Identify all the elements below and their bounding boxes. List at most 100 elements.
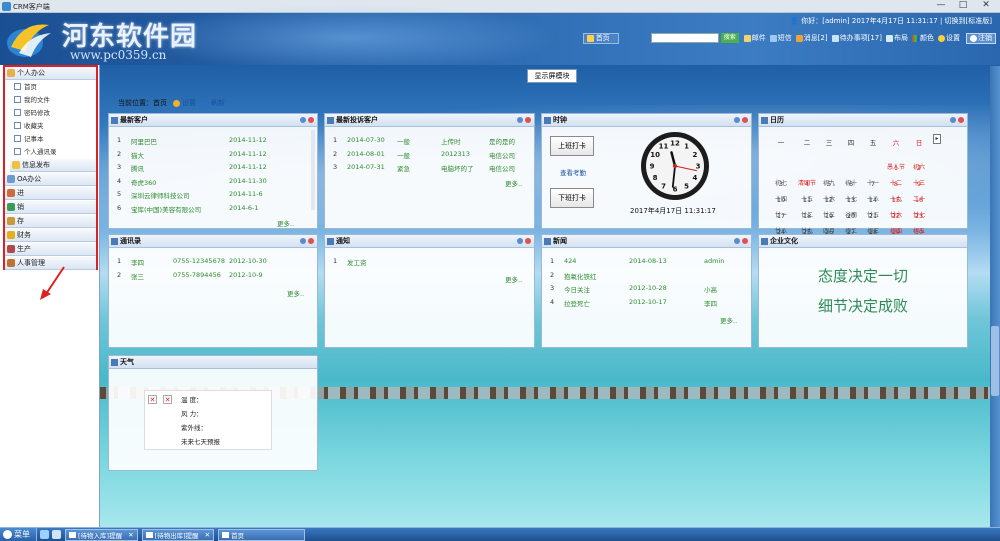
sidebar-group-oa[interactable]: OA办公	[5, 173, 96, 186]
task-stock-out-reminder[interactable]: [待物出库]提醒 ✕	[141, 528, 215, 541]
minimize-button[interactable]: —	[930, 0, 952, 12]
table-row[interactable]: 3 今日关注 2012-10-28 小高	[542, 282, 751, 294]
taskbar: 菜单 [待物入库]提醒 ✕ [待物出库]提醒 ✕ 首页	[0, 527, 1000, 541]
maximize-button[interactable]: □	[952, 0, 974, 12]
settings-link[interactable]: 设置	[937, 33, 961, 43]
close-icon[interactable]	[525, 117, 531, 123]
desktop-icon[interactable]	[52, 530, 61, 539]
task-stock-in-reminder[interactable]: [待物入库]提醒 ✕	[65, 528, 138, 541]
refresh-link[interactable]: 刷新	[202, 98, 225, 108]
main-scrollbar[interactable]	[990, 66, 1000, 527]
sales-icon	[7, 203, 15, 211]
sidebar-item-contacts[interactable]: 个人通讯录	[8, 145, 94, 157]
panel-new-customers: 最新客户 1 阿里巴巴 2014-11-12 2 猫大 2014-11-12 3 腾讯 2014…	[108, 113, 318, 229]
panel-scrollbar[interactable]	[311, 130, 315, 210]
sidebar-group-production[interactable]: 生产	[5, 243, 96, 256]
clock-in-button[interactable]: 上班打卡	[550, 136, 594, 156]
show-module-button[interactable]: 显示屏模块	[527, 69, 577, 83]
close-icon[interactable]	[742, 238, 748, 244]
window-title: CRM客户端	[13, 3, 50, 11]
color-link[interactable]: 颜色	[911, 33, 935, 43]
clock-numeral: 8	[653, 174, 658, 182]
sidebar-group-finance[interactable]: 财务	[5, 229, 96, 242]
table-row[interactable]: 1 李四 0755-12345678 2012-10-30	[109, 255, 317, 267]
row-number: 4	[550, 297, 555, 306]
quick-launch-icon[interactable]	[40, 530, 49, 539]
search-button[interactable]: 搜索	[720, 33, 739, 43]
view-attendance-link[interactable]: 查看考勤	[560, 167, 586, 177]
sidebar-group-stock[interactable]: 存	[5, 215, 96, 228]
close-icon[interactable]	[958, 117, 964, 123]
refresh-icon[interactable]	[517, 117, 523, 123]
weather-wind: 风 力：	[181, 410, 203, 418]
sidebar-group-sales[interactable]: 销	[5, 201, 96, 214]
refresh-icon[interactable]	[734, 117, 740, 123]
scrollbar-thumb[interactable]	[991, 326, 999, 396]
more-link[interactable]: 更多..	[287, 288, 304, 298]
task-home[interactable]: 首页	[218, 528, 306, 541]
more-link[interactable]: 更多..	[277, 218, 294, 228]
todo-link[interactable]: 待办事项[17]	[831, 33, 883, 43]
search-input[interactable]	[650, 33, 719, 43]
refresh-icon[interactable]	[300, 238, 306, 244]
refresh-icon[interactable]	[950, 117, 956, 123]
sidebar-item-my-files[interactable]: 我的文件	[8, 93, 94, 105]
table-row[interactable]: 4 奇虎360 2014-11-30	[109, 175, 317, 187]
more-link[interactable]: 更多..	[720, 315, 737, 325]
broken-image-icon: ✕	[148, 395, 157, 404]
table-row[interactable]: 1 2014-07-30 一般 上传时 是的是的	[325, 134, 534, 146]
sms-link[interactable]: 短信	[769, 33, 793, 43]
calendar-lunar-date: 二十	[912, 196, 925, 203]
calendar-lunar-date: 十九	[889, 196, 902, 203]
table-row[interactable]: 1 发工资	[325, 255, 534, 267]
table-row[interactable]: 3 2014-07-31 紧急 电脑坏的了 电信公司	[325, 161, 534, 173]
table-row[interactable]: 2 猫大 2014-11-12	[109, 148, 317, 160]
calendar-next-button[interactable]: ▸	[933, 134, 941, 144]
close-icon[interactable]: ✕	[128, 531, 133, 539]
table-row[interactable]: 2 张三 0755-7894456 2012-10-9	[109, 269, 317, 281]
refresh-icon[interactable]	[300, 117, 306, 123]
more-link[interactable]: 更多..	[505, 274, 522, 284]
breadcrumb: 当前位置：首页 设置 刷新	[118, 98, 225, 108]
mail-icon	[743, 34, 751, 42]
close-icon[interactable]: ✕	[205, 531, 210, 539]
more-link[interactable]: 更多..	[505, 178, 522, 188]
sidebar-item-favorites[interactable]: 收藏夹	[8, 119, 94, 131]
table-row[interactable]: 2 2014-08-01 一般 2012313 电信公司	[325, 148, 534, 160]
close-icon[interactable]	[308, 117, 314, 123]
layout-settings-link[interactable]: 设置	[173, 98, 196, 108]
calendar-lunar-date: 十三	[912, 180, 925, 187]
sidebar-item-home[interactable]: 首页	[8, 80, 94, 92]
refresh-icon[interactable]	[734, 238, 740, 244]
table-row[interactable]: 3 腾讯 2014-11-12	[109, 161, 317, 173]
row-number: 4	[117, 176, 122, 185]
table-row[interactable]: 1 阿里巴巴 2014-11-12	[109, 134, 317, 146]
table-row[interactable]: 5 深圳云律师科技公司 2014-11-6	[109, 188, 317, 200]
table-row[interactable]: 6 宝库(中国)美容有限公司 2014-6-1	[109, 202, 317, 214]
home-button[interactable]: 首页	[582, 32, 619, 44]
refresh-icon[interactable]	[517, 238, 523, 244]
panel-contacts: 通讯录 1 李四 0755-12345678 2012-10-30 2 张三 0755-78…	[108, 234, 318, 348]
close-icon[interactable]	[742, 117, 748, 123]
clock-out-button[interactable]: 下班打卡	[550, 188, 594, 208]
start-menu-button[interactable]: 菜单	[0, 528, 37, 541]
table-row[interactable]: 1 424 2014-08-13 admin	[542, 255, 751, 267]
sidebar-group-purchase[interactable]: 进	[5, 187, 96, 200]
weather-forecast-link[interactable]: 未来七天预报	[181, 436, 220, 446]
logout-button[interactable]: 注销	[966, 32, 996, 44]
layout-link[interactable]: 布局	[885, 33, 909, 43]
table-row[interactable]: 2 抱氧化铁红	[542, 269, 751, 281]
close-icon[interactable]	[525, 238, 531, 244]
sidebar-item-password[interactable]: 密码修改	[8, 106, 94, 118]
mail-link[interactable]: 邮件	[743, 33, 767, 43]
coins-icon	[7, 231, 15, 239]
close-icon[interactable]	[308, 238, 314, 244]
weather-widget: ✕ ✕ 温 度： 风 力： 紫外线： 未来七天预报	[144, 390, 272, 450]
calendar-lunar-date: 初六	[912, 164, 925, 171]
table-row[interactable]: 4 拉登死亡 2012-10-17 李四	[542, 296, 751, 308]
sidebar-group-personal-office[interactable]: 个人办公	[5, 67, 96, 80]
message-link[interactable]: 消息[2]	[795, 33, 829, 43]
sidebar-item-notepad[interactable]: 记事本	[8, 132, 94, 144]
sidebar-group-info-publish[interactable]: 信息发布	[10, 159, 96, 172]
close-window-button[interactable]: ✕	[975, 0, 997, 12]
